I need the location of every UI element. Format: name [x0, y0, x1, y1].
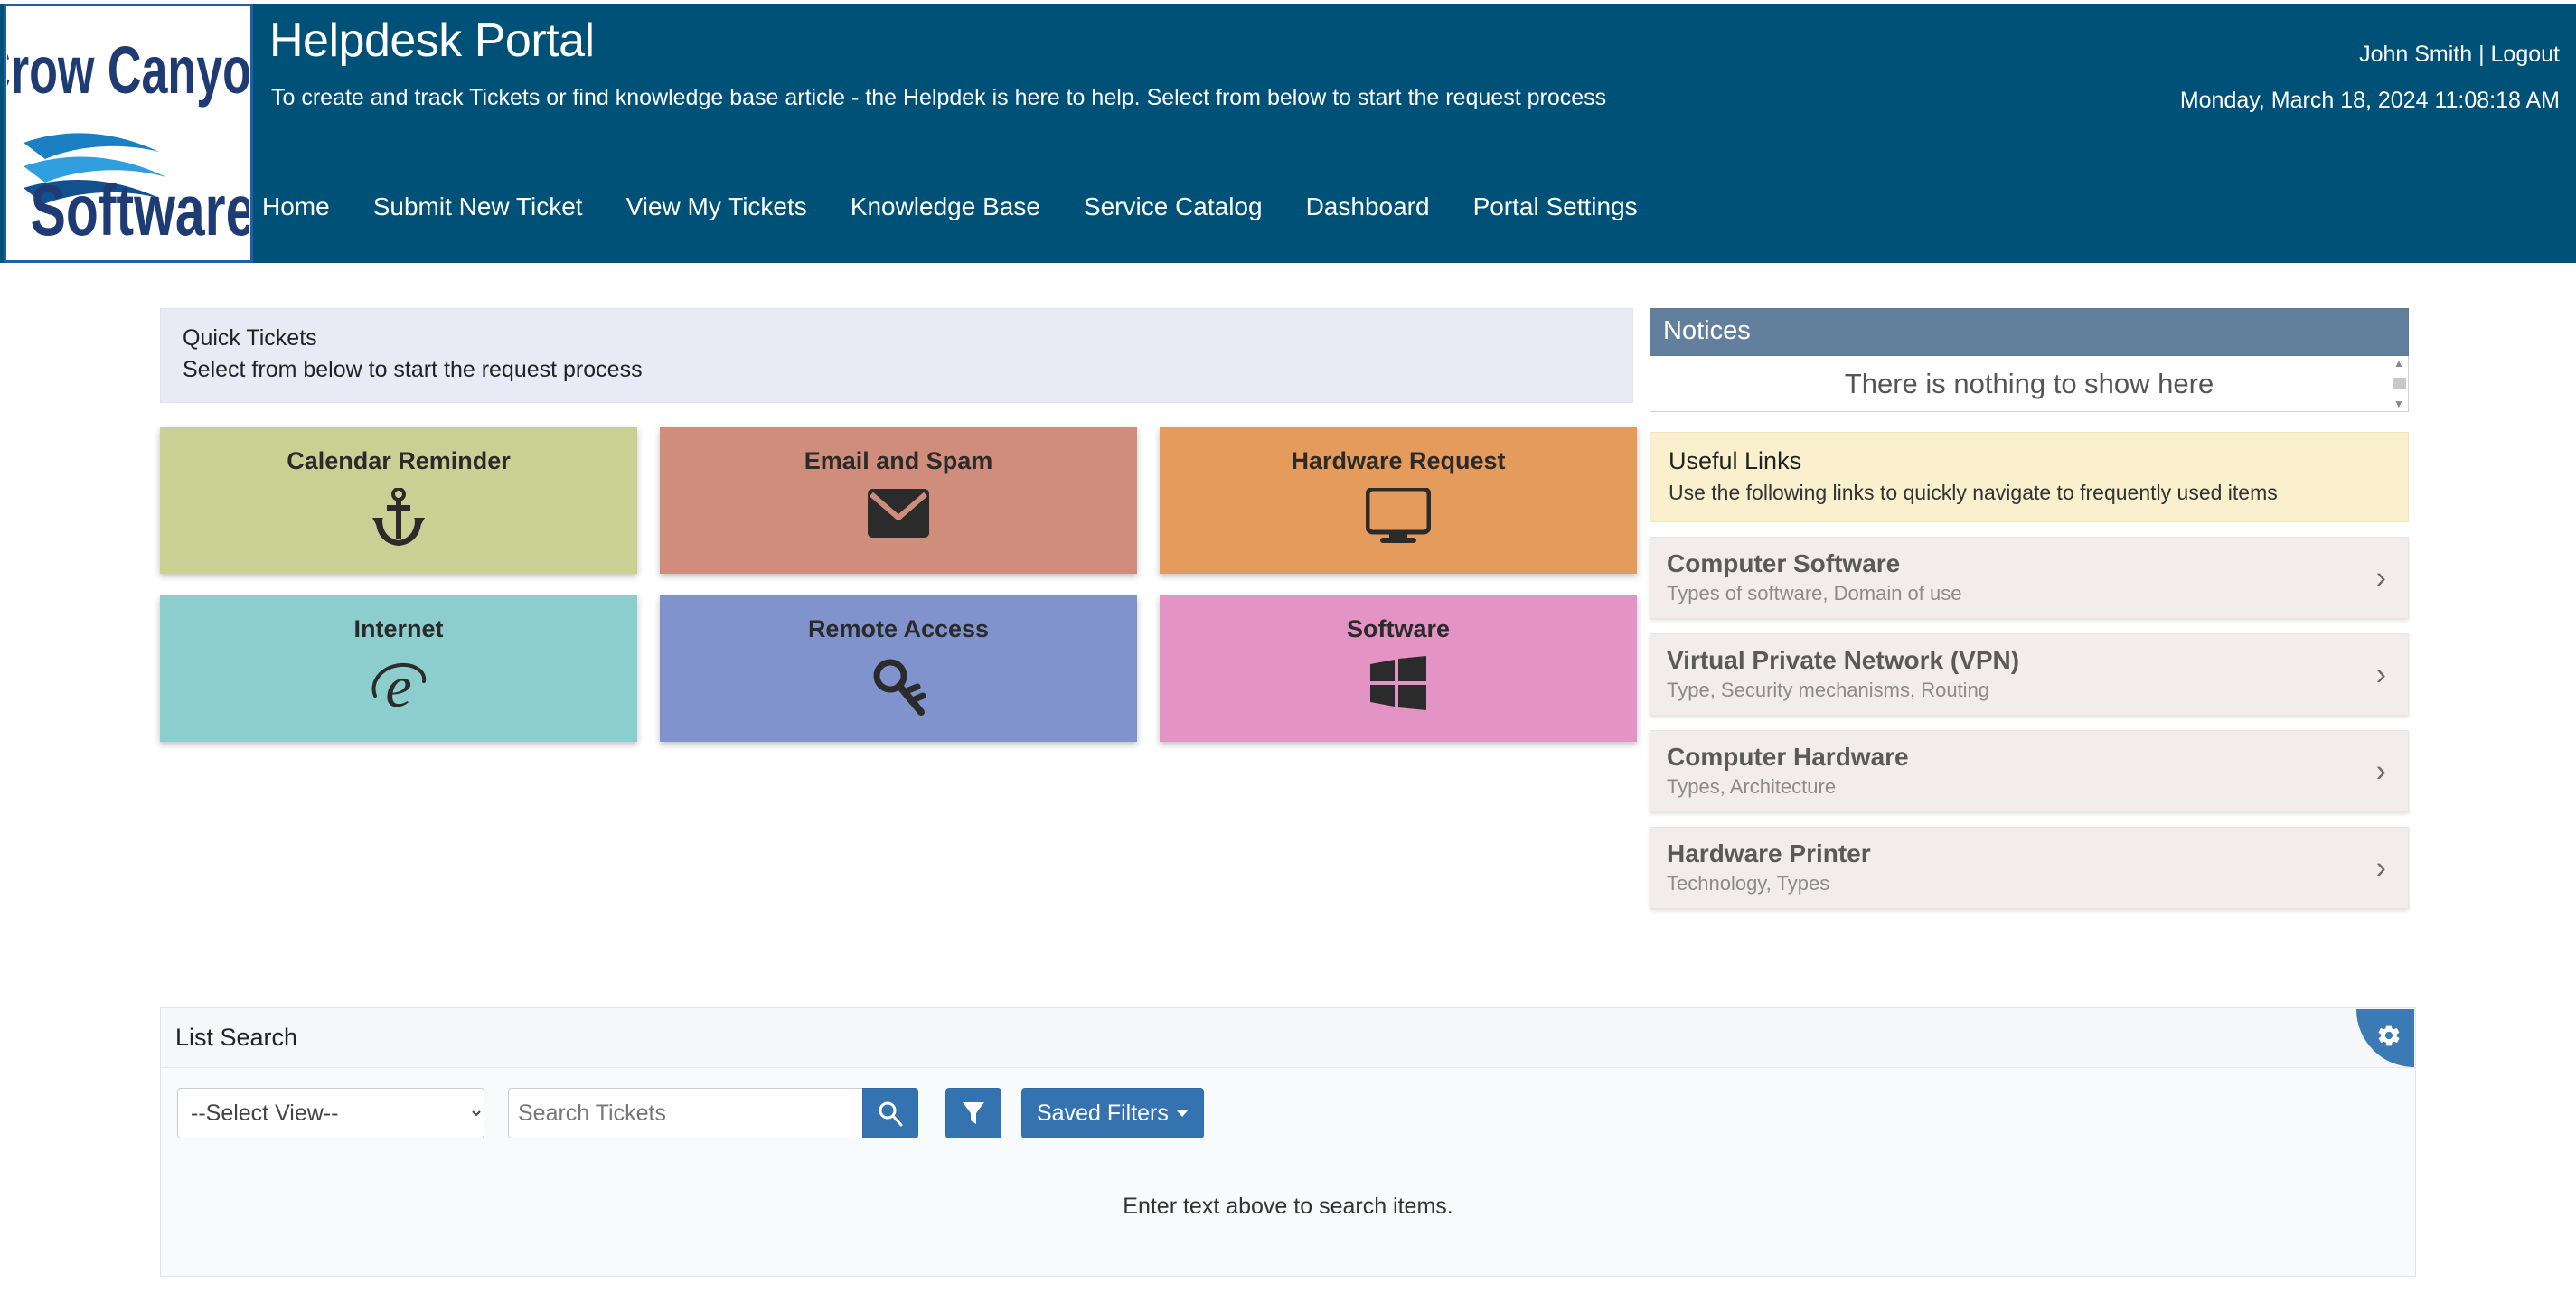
useful-link-computer-hardware[interactable]: Computer Hardware Types, Architecture ›	[1650, 730, 2409, 812]
gear-icon	[2378, 1025, 2400, 1046]
tile-email-and-spam[interactable]: Email and Spam	[660, 427, 1137, 574]
funnel-icon	[963, 1102, 984, 1124]
right-sidebar: Notices There is nothing to show here ▲ …	[1650, 308, 2409, 909]
tile-label: Software	[1346, 615, 1451, 642]
chevron-right-icon: ›	[2375, 657, 2386, 691]
nav-item-portal-settings[interactable]: Portal Settings	[1452, 189, 1659, 225]
search-button[interactable]	[862, 1088, 918, 1138]
nav-item-service-catalog[interactable]: Service Catalog	[1062, 189, 1284, 225]
windows-icon	[1370, 656, 1426, 710]
nav-item-dashboard[interactable]: Dashboard	[1284, 189, 1452, 225]
search-input[interactable]	[508, 1088, 862, 1138]
company-logo[interactable]: Crow Canyon Software	[4, 4, 253, 263]
list-search-header: List Search	[161, 1008, 2415, 1068]
search-group	[508, 1088, 918, 1138]
quick-tickets-title: Quick Tickets	[183, 325, 317, 351]
tile-label: Internet	[353, 615, 444, 642]
link-title: Computer Hardware	[1667, 743, 1909, 771]
chevron-right-icon: ›	[2375, 754, 2386, 788]
useful-link-virtual-private-network[interactable]: Virtual Private Network (VPN) Type, Secu…	[1650, 633, 2409, 716]
quick-tickets-subtitle: Select from below to start the request p…	[183, 357, 643, 382]
link-title: Hardware Printer	[1667, 839, 1871, 867]
search-icon	[879, 1101, 903, 1127]
anchor-icon	[372, 488, 425, 548]
useful-link-hardware-printer[interactable]: Hardware Printer Technology, Types ›	[1650, 827, 2409, 909]
tile-label: Calendar Reminder	[287, 447, 511, 474]
notices-body: There is nothing to show here ▲ ▼	[1650, 356, 2409, 412]
page-title: Helpdesk Portal	[269, 14, 595, 67]
svg-text:Crow Canyon: Crow Canyon	[7, 32, 249, 107]
nav-item-knowledge-base[interactable]: Knowledge Base	[829, 189, 1062, 225]
quick-tickets-section: Quick Tickets Select from below to start…	[160, 308, 1637, 742]
quick-tickets-grid: Calendar Reminder Email and Spam Hardwar…	[160, 427, 1637, 742]
useful-links-header: Useful Links Use the following links to …	[1650, 432, 2409, 522]
tile-remote-access[interactable]: Remote Access	[660, 595, 1137, 742]
saved-filters-label: Saved Filters	[1037, 1100, 1169, 1126]
useful-link-computer-software[interactable]: Computer Software Types of software, Dom…	[1650, 537, 2409, 619]
tile-label: Remote Access	[807, 615, 990, 642]
user-info: John Smith | Logout	[2359, 42, 2560, 68]
saved-filters-button[interactable]: Saved Filters	[1021, 1088, 1204, 1138]
page-header: Crow Canyon Software Helpdesk Portal To …	[0, 4, 2576, 263]
link-subtitle: Types, Architecture	[1667, 775, 1837, 798]
current-datetime: Monday, March 18, 2024 11:08:18 AM	[2179, 88, 2560, 113]
list-search-toolbar: --Select View-- Saved Filters	[161, 1068, 2415, 1138]
link-title: Computer Software	[1667, 549, 1901, 577]
list-search-title: List Search	[175, 1024, 298, 1051]
scroll-down-icon[interactable]: ▼	[2393, 398, 2404, 409]
link-subtitle: Types of software, Domain of use	[1667, 582, 1962, 604]
tile-label: Hardware Request	[1291, 447, 1506, 474]
chevron-right-icon: ›	[2375, 560, 2386, 595]
tile-internet[interactable]: Internet e	[160, 595, 637, 742]
notices-scrollbar[interactable]: ▲ ▼	[2392, 358, 2406, 409]
chevron-right-icon: ›	[2375, 850, 2386, 885]
nav-item-submit-new-ticket[interactable]: Submit New Ticket	[352, 189, 605, 225]
svg-text:Software: Software	[31, 170, 249, 250]
scroll-up-icon[interactable]: ▲	[2393, 358, 2404, 369]
page-subtitle: To create and track Tickets or find know…	[271, 85, 1607, 110]
link-subtitle: Type, Security mechanisms, Routing	[1667, 679, 1990, 701]
list-search-empty-message: Enter text above to search items.	[1123, 1194, 1453, 1219]
monitor-icon	[1366, 488, 1431, 544]
notices-empty-message: There is nothing to show here	[1844, 367, 2214, 399]
view-select[interactable]: --Select View--	[177, 1088, 484, 1138]
tile-software[interactable]: Software	[1160, 595, 1637, 742]
chevron-down-icon	[1175, 1110, 1189, 1117]
tile-hardware-request[interactable]: Hardware Request	[1160, 427, 1637, 574]
list-search-panel: List Search --Select View-- Saved Filter…	[160, 1007, 2416, 1277]
internet-explorer-icon: e	[368, 656, 429, 716]
notices-panel: Notices There is nothing to show here ▲ …	[1650, 308, 2409, 412]
useful-links-title: Useful Links	[1669, 447, 1802, 474]
scrollbar-thumb[interactable]	[2392, 378, 2406, 389]
nav-item-home[interactable]: Home	[262, 189, 352, 225]
notices-title: Notices	[1650, 308, 2409, 356]
key-icon	[869, 656, 928, 717]
crow-canyon-software-logo-icon: Crow Canyon Software	[7, 32, 249, 250]
filter-button[interactable]	[945, 1088, 1001, 1138]
quick-tickets-header: Quick Tickets Select from below to start…	[160, 308, 1633, 403]
logout-link[interactable]: Logout	[2491, 42, 2560, 67]
main-navigation: Home Submit New Ticket View My Tickets K…	[262, 189, 1659, 225]
link-title: Virtual Private Network (VPN)	[1667, 646, 2020, 674]
tile-calendar-reminder[interactable]: Calendar Reminder	[160, 427, 637, 574]
link-subtitle: Technology, Types	[1667, 872, 1830, 895]
tile-label: Email and Spam	[804, 447, 993, 474]
nav-item-view-my-tickets[interactable]: View My Tickets	[605, 189, 829, 225]
useful-links-subtitle: Use the following links to quickly navig…	[1669, 481, 2278, 504]
envelope-icon	[867, 488, 930, 539]
user-name: John Smith |	[2359, 42, 2485, 67]
